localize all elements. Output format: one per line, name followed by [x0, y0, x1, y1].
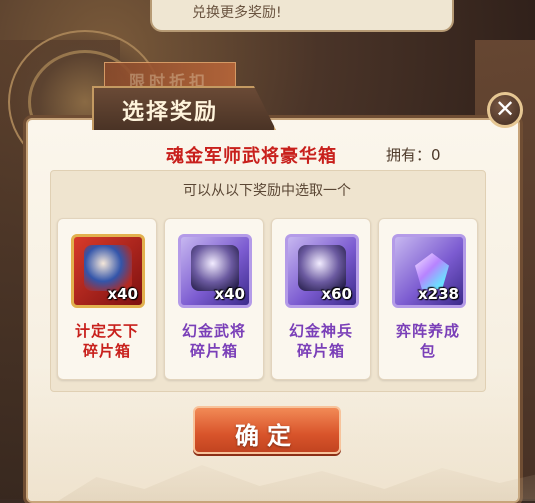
reward-quantity: x40	[214, 285, 245, 303]
weapon-fragment-chest-icon: x60	[285, 234, 359, 308]
reward-name: 幻金神兵 碎片箱	[288, 322, 353, 360]
reward-name: 计定天下 碎片箱	[74, 322, 139, 360]
reward-card[interactable]: x238 弈阵养成 包	[378, 218, 478, 380]
owned-count: 拥有：0	[386, 146, 441, 164]
background-message-bubble: 兑换更多奖励!	[150, 0, 454, 32]
reward-card[interactable]: x40 计定天下 碎片箱	[57, 218, 157, 380]
close-x-icon: ✕	[494, 95, 516, 123]
confirm-button[interactable]: 确定	[193, 406, 341, 454]
fragment-chest-icon: x40	[71, 234, 145, 308]
hero-fragment-chest-icon: x40	[178, 234, 252, 308]
background-bubble-text: 兑换更多奖励!	[192, 5, 282, 21]
reward-card[interactable]: x40 幻金武将 碎片箱	[164, 218, 264, 380]
dialog-title: 选择奖励	[122, 100, 219, 125]
confirm-button-label: 确定	[235, 422, 299, 450]
chest-name: 魂金军师武将豪华箱	[166, 146, 337, 167]
reward-name: 幻金武将 碎片箱	[181, 322, 246, 360]
gem-pack-icon: x238	[392, 234, 466, 308]
dialog-title-tab: 选择奖励	[92, 86, 276, 130]
reward-quantity: x40	[107, 285, 138, 303]
reward-quantity: x60	[321, 285, 352, 303]
close-button[interactable]: ✕	[487, 92, 523, 128]
reward-quantity: x238	[418, 285, 459, 303]
reward-card[interactable]: x60 幻金神兵 碎片箱	[271, 218, 371, 380]
choose-hint: 可以从以下奖励中选取一个	[183, 183, 351, 199]
reward-name: 弈阵养成 包	[395, 322, 460, 360]
